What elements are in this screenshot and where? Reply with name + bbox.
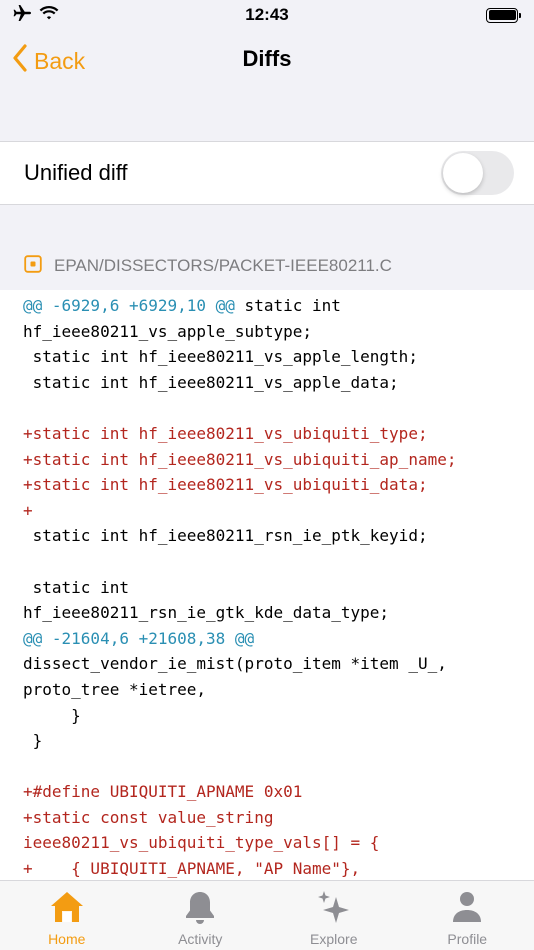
diff-context-line: static int hf_ieee80211_rsn_ie_ptk_keyid…: [23, 523, 534, 549]
diff-line-text: + { UBIQUITI_APNAME, "AP Name"},: [23, 859, 361, 879]
tab-label: Profile: [447, 931, 488, 947]
sparkles-icon: [315, 888, 353, 926]
page-title: Diffs: [242, 46, 292, 71]
battery-level: [488, 10, 516, 20]
diff-added-line: +static const value_string: [23, 805, 534, 831]
tab-label: Explore: [310, 931, 358, 947]
hunk-range: @@ -21604,6 +21608,38 @@: [23, 628, 255, 648]
diff-added-line: +#define UBIQUITI_APNAME 0x01: [23, 779, 534, 805]
unified-diff-row: Unified diff: [0, 141, 534, 205]
bell-icon: [181, 888, 219, 926]
tab-explore[interactable]: Explore: [267, 881, 401, 950]
diff-line-text: +: [23, 500, 33, 520]
person-icon: [448, 888, 486, 926]
diff-line-text: +static int hf_ieee80211_vs_ubiquiti_typ…: [23, 423, 428, 443]
diff-line-text: ieee80211_vs_ubiquiti_type_vals[] = {: [23, 833, 380, 853]
diff-line-text: +static int hf_ieee80211_vs_ubiquiti_dat…: [23, 475, 428, 495]
diff-line-text: }: [23, 705, 81, 725]
diff-line-text: static int hf_ieee80211_rsn_ie_ptk_keyid…: [23, 526, 428, 546]
tab-activity[interactable]: Activity: [134, 881, 268, 950]
file-icon: [24, 254, 42, 278]
diff-context-line: }: [23, 703, 534, 729]
tab-label: Home: [48, 931, 86, 947]
diff-hunk-header: @@ -6929,6 +6929,10 @@ static int: [23, 293, 534, 319]
home-icon: [48, 888, 86, 926]
diff-context-line: hf_ieee80211_rsn_ie_gtk_kde_data_type;: [23, 600, 534, 626]
diff-line-text: static int: [23, 577, 129, 597]
diff-context-line: static int hf_ieee80211_vs_apple_length;: [23, 344, 534, 370]
diff-hunk-header: @@ -21604,6 +21608,38 @@: [23, 626, 534, 652]
navigation-bar: Back Diffs: [0, 30, 534, 90]
diff-context-line: static int: [23, 575, 534, 601]
file-path: EPAN/DISSECTORS/PACKET-IEEE80211.C: [54, 256, 392, 275]
diff-line-text: hf_ieee80211_rsn_ie_gtk_kde_data_type;: [23, 603, 390, 623]
tab-profile[interactable]: Profile: [401, 881, 534, 950]
diff-line-text: static int hf_ieee80211_vs_apple_length;: [23, 347, 418, 367]
diff-line-text: static int hf_ieee80211_vs_apple_data;: [23, 372, 399, 392]
diff-added-line: +static int hf_ieee80211_vs_ubiquiti_dat…: [23, 472, 534, 498]
tab-label: Activity: [178, 931, 223, 947]
diff-line-text: }: [23, 731, 43, 751]
hunk-range: @@ -6929,6 +6929,10 @@: [23, 296, 235, 315]
diff-context-line: proto_tree *ietree,: [23, 677, 534, 703]
diff-line-text: +static const value_string: [23, 807, 274, 827]
status-time: 12:43: [245, 5, 289, 24]
diff-line-text: +static int hf_ieee80211_vs_ubiquiti_ap_…: [23, 449, 457, 469]
diff-context-line: static int hf_ieee80211_vs_apple_data;: [23, 370, 534, 396]
diff-context-line: hf_ieee80211_vs_apple_subtype;: [23, 319, 534, 345]
diff-added-line: + { UBIQUITI_APNAME, "AP Name"},: [23, 856, 534, 880]
file-header: EPAN/DISSECTORS/PACKET-IEEE80211.C: [0, 246, 534, 286]
diff-content: @@ -6929,6 +6929,10 @@ static int hf_ieee…: [0, 290, 534, 880]
diff-line-text: static int: [234, 296, 341, 315]
diff-line-text: hf_ieee80211_vs_apple_subtype;: [23, 321, 312, 341]
diff-context-line: }: [23, 728, 534, 754]
tab-bar: Home Activity Explore Profile: [0, 880, 534, 950]
diff-context-line: [23, 549, 534, 575]
diff-context-line: [23, 395, 534, 421]
diff-added-line: ieee80211_vs_ubiquiti_type_vals[] = {: [23, 830, 534, 856]
status-bar: 12:43: [0, 0, 534, 30]
tab-home[interactable]: Home: [0, 881, 134, 950]
diff-added-line: +static int hf_ieee80211_vs_ubiquiti_ap_…: [23, 447, 534, 473]
diff-line-text: +#define UBIQUITI_APNAME 0x01: [23, 782, 303, 802]
toggle-knob: [443, 153, 483, 193]
diff-context-line: dissect_vendor_ie_mist(proto_item *item …: [23, 651, 534, 677]
unified-diff-toggle[interactable]: [441, 151, 514, 195]
diff-line-text: dissect_vendor_ie_mist(proto_item *item …: [23, 654, 447, 674]
diff-line-text: proto_tree *ietree,: [23, 679, 207, 699]
battery-icon: [486, 7, 521, 23]
diff-context-line: [23, 754, 534, 780]
unified-diff-label: Unified diff: [24, 160, 128, 185]
diff-added-line: +static int hf_ieee80211_vs_ubiquiti_typ…: [23, 421, 534, 447]
diffs-screen: 12:43 Back Diffs Unified diff EPAN/DISSE…: [0, 0, 534, 950]
diff-added-line: +: [23, 498, 534, 524]
